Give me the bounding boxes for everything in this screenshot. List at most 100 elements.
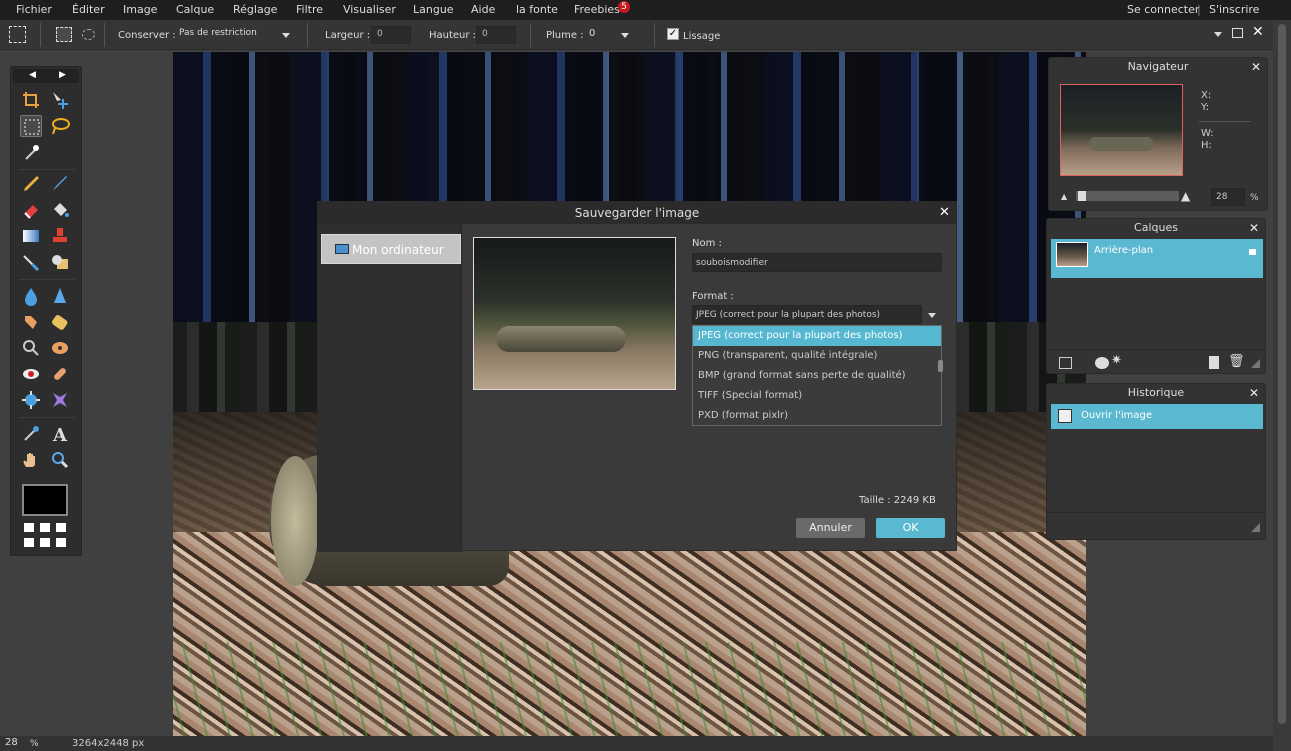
blur-tool-icon[interactable] xyxy=(20,285,42,307)
collapse-right-icon[interactable]: ▶ xyxy=(59,70,66,80)
resize-handle-icon[interactable] xyxy=(1251,359,1260,368)
hand-tool-icon[interactable] xyxy=(20,449,42,471)
close-icon[interactable]: ✕ xyxy=(1249,386,1259,400)
canvas-grass xyxy=(173,642,1086,736)
menu-aide[interactable]: Aide xyxy=(471,3,495,16)
format-option-bmp[interactable]: BMP (grand format sans perte de qualité) xyxy=(693,366,941,386)
w-label: W: xyxy=(1201,128,1214,139)
eraser-tool-icon[interactable] xyxy=(20,199,42,221)
format-option-tiff[interactable]: TIFF (Special format) xyxy=(693,386,941,406)
quality-slider-thumb[interactable] xyxy=(938,360,943,372)
sponge-tool-icon[interactable] xyxy=(49,311,71,333)
history-item[interactable]: Ouvrir l'image xyxy=(1051,404,1263,429)
navigator-title: Navigateur xyxy=(1127,60,1189,73)
name-input[interactable]: souboismodifier xyxy=(692,253,942,272)
spot-heal-icon[interactable] xyxy=(49,363,71,385)
chevron-down-icon[interactable] xyxy=(282,33,290,38)
new-layer-icon[interactable] xyxy=(1209,356,1219,369)
clone-stamp-icon[interactable] xyxy=(49,225,71,247)
chevron-down-icon[interactable] xyxy=(928,313,936,318)
zoom-out-icon[interactable]: ▲ xyxy=(1061,192,1067,201)
menu-calque[interactable]: Calque xyxy=(176,3,214,16)
keep-select[interactable]: Pas de restriction xyxy=(174,26,294,44)
paint-bucket-icon[interactable] xyxy=(49,199,71,221)
layer-styles-icon[interactable]: ✷ xyxy=(1111,353,1122,368)
close-icon[interactable]: ✕ xyxy=(1249,221,1259,235)
restore-window-icon[interactable] xyxy=(1232,28,1243,38)
marquee-tool-icon[interactable] xyxy=(9,26,26,43)
scrollbar-thumb[interactable] xyxy=(1278,24,1286,724)
freebies-badge: 5 xyxy=(618,1,630,13)
grid-swatches-icon[interactable] xyxy=(23,522,71,548)
close-icon[interactable]: ✕ xyxy=(939,205,950,220)
close-app-icon[interactable]: ✕ xyxy=(1252,24,1264,40)
menu-filtre[interactable]: Filtre xyxy=(296,3,323,16)
menu-visualiser[interactable]: Visualiser xyxy=(343,3,396,16)
brush-tool-icon[interactable] xyxy=(49,173,71,195)
divider xyxy=(1199,121,1251,122)
format-select[interactable]: JPEG (correct pour la plupart des photos… xyxy=(692,305,922,324)
format-option-pxd[interactable]: PXD (format pixlr) xyxy=(693,406,941,426)
menu-reglage[interactable]: Réglage xyxy=(233,3,277,16)
collapse-left-icon[interactable]: ◀ xyxy=(29,70,36,80)
preview-log xyxy=(496,326,626,352)
trash-icon[interactable]: 🗑 xyxy=(1228,354,1245,369)
bloat-tool-icon[interactable] xyxy=(20,389,42,411)
keep-select-value: Pas de restriction xyxy=(179,28,257,38)
location-my-computer[interactable]: Mon ordinateur xyxy=(321,234,461,264)
format-option-jpeg[interactable]: JPEG (correct pour la plupart des photos… xyxy=(693,326,941,346)
text-tool-icon[interactable]: A xyxy=(49,423,71,446)
dodge-tool-icon[interactable] xyxy=(20,337,42,359)
foreground-color-swatch[interactable] xyxy=(22,484,68,516)
menu-langue[interactable]: Langue xyxy=(413,3,454,16)
rect-select-icon[interactable] xyxy=(56,27,72,42)
panel-menu-chevron-icon[interactable] xyxy=(1214,32,1222,37)
ok-button[interactable]: OK xyxy=(876,518,945,538)
navigator-thumbnail[interactable] xyxy=(1060,84,1183,176)
ellipse-select-icon[interactable] xyxy=(82,29,95,40)
resize-handle-icon[interactable] xyxy=(1251,523,1260,532)
zoom-slider[interactable] xyxy=(1076,191,1179,201)
width-input[interactable]: 0 xyxy=(371,26,411,44)
chevron-down-icon[interactable] xyxy=(621,33,629,38)
drawing-tool-icon[interactable] xyxy=(49,251,71,273)
menu-freebies[interactable]: Freebies xyxy=(574,3,620,16)
color-picker-icon[interactable] xyxy=(20,423,42,445)
smudge-tool-icon[interactable] xyxy=(20,311,42,333)
layer-mask-icon[interactable] xyxy=(1095,357,1109,369)
toolbox-header[interactable]: ◀ ▶ xyxy=(13,69,79,83)
pencil-tool-icon[interactable] xyxy=(20,173,42,195)
burn-tool-icon[interactable] xyxy=(49,337,71,359)
cancel-button[interactable]: Annuler xyxy=(796,518,865,538)
pinch-tool-icon[interactable] xyxy=(49,389,71,411)
gradient-tool-icon[interactable] xyxy=(20,225,42,247)
color-replace-icon[interactable] xyxy=(20,251,42,273)
zoom-in-icon[interactable]: ▲ xyxy=(1181,189,1190,203)
magic-wand-icon[interactable] xyxy=(20,141,42,163)
zoom-slider-thumb[interactable] xyxy=(1078,191,1086,201)
crop-tool-icon[interactable] xyxy=(20,89,42,111)
red-eye-tool-icon[interactable] xyxy=(20,363,42,385)
smooth-checkbox[interactable]: ✓ xyxy=(667,28,679,40)
menu-la-fonte[interactable]: la fonte xyxy=(516,3,558,16)
format-option-png[interactable]: PNG (transparent, qualité intégrale) xyxy=(693,346,941,366)
layers-title: Calques xyxy=(1134,221,1178,234)
zoom-tool-icon[interactable] xyxy=(49,449,71,471)
move-tool-icon[interactable] xyxy=(49,89,71,111)
lasso-tool-icon[interactable] xyxy=(49,115,71,137)
login-link[interactable]: Se connecter xyxy=(1127,3,1199,16)
menu-editer[interactable]: Éditer xyxy=(72,3,105,16)
app-scrollbar[interactable] xyxy=(1273,20,1291,751)
signup-link[interactable]: S'inscrire xyxy=(1209,3,1259,16)
lock-icon[interactable] xyxy=(1249,249,1256,255)
status-zoom[interactable]: 28 xyxy=(5,737,18,748)
marquee-tool-icon[interactable] xyxy=(20,115,42,137)
layer-row[interactable]: Arrière-plan xyxy=(1051,239,1263,278)
menu-fichier[interactable]: Fichier xyxy=(16,3,52,16)
height-input[interactable]: 0 xyxy=(476,26,516,44)
zoom-input[interactable]: 28 xyxy=(1211,188,1245,206)
sharpen-tool-icon[interactable] xyxy=(49,285,71,307)
close-icon[interactable]: ✕ xyxy=(1251,60,1261,74)
layer-settings-icon[interactable] xyxy=(1059,357,1072,369)
menu-image[interactable]: Image xyxy=(123,3,157,16)
